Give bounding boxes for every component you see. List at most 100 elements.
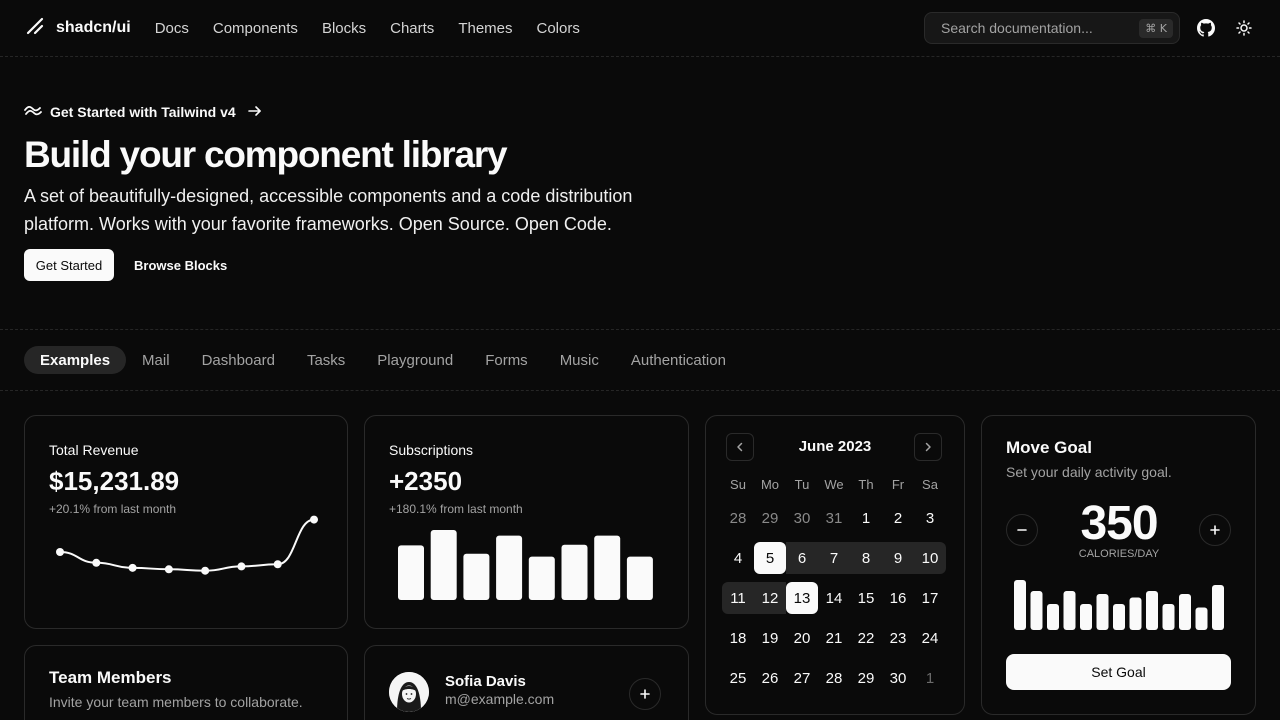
tab-forms[interactable]: Forms (469, 346, 544, 374)
nav-blocks[interactable]: Blocks (322, 20, 366, 37)
calendar-day[interactable]: 16 (882, 582, 914, 614)
subscription-bar-2 (463, 553, 490, 600)
goal-bar-chart (1014, 580, 1224, 630)
tab-mail[interactable]: Mail (126, 346, 186, 374)
search-placeholder: Search documentation... (941, 20, 1093, 36)
team-title: Team Members (49, 668, 172, 687)
nav-charts[interactable]: Charts (390, 20, 434, 37)
calendar-day[interactable]: 30 (786, 502, 818, 534)
calendar-week-row: 28 29 30 31 1 2 3 (722, 498, 946, 538)
announcement-text: Get Started with Tailwind v4 (50, 104, 236, 120)
move-goal-card: Move Goal Set your daily activity goal. … (981, 415, 1256, 715)
calendar-day[interactable]: 28 (818, 662, 850, 694)
goal-bar-8 (1146, 591, 1158, 630)
tab-dashboard[interactable]: Dashboard (186, 346, 291, 374)
calendar-grid: Su Mo Tu We Th Fr Sa 28 29 30 31 1 2 3 4 5 6 7 8 9 10 11 12 13 1… (722, 474, 946, 698)
github-icon[interactable] (1194, 16, 1218, 40)
calendar-day[interactable]: 25 (722, 662, 754, 694)
calendar-day[interactable]: 31 (818, 502, 850, 534)
calendar-weekday: Sa (922, 476, 938, 492)
plus-icon (1209, 520, 1221, 541)
calendar-day[interactable]: 13 (786, 582, 818, 614)
tab-playground[interactable]: Playground (361, 346, 469, 374)
search-input[interactable]: Search documentation... ⌘ K (924, 12, 1180, 44)
header-actions: Search documentation... ⌘ K (924, 12, 1256, 44)
calendar-day[interactable]: 8 (850, 542, 882, 574)
goal-bar-3 (1063, 591, 1076, 630)
goal-bar-0 (1014, 580, 1026, 630)
add-member-button[interactable] (629, 678, 661, 710)
goal-title: Move Goal (1006, 438, 1092, 457)
tab-tasks[interactable]: Tasks (291, 346, 361, 374)
nav-docs[interactable]: Docs (155, 20, 189, 37)
calendar-week-row: 25 26 27 28 29 30 1 (722, 658, 946, 698)
goal-bar-1 (1030, 591, 1043, 630)
calendar-day[interactable]: 7 (818, 542, 850, 574)
calendar-day[interactable]: 1 (850, 502, 882, 534)
calendar-week-row: 18 19 20 21 22 23 24 (722, 618, 946, 658)
subscription-bar-7 (626, 556, 653, 600)
revenue-point-7 (310, 515, 318, 524)
calendar-day[interactable]: 9 (882, 542, 914, 574)
goal-bar-10 (1179, 594, 1191, 630)
calendar-day[interactable]: 30 (882, 662, 914, 694)
calendar-day[interactable]: 10 (914, 542, 946, 574)
calendar-weekday: Su (730, 476, 746, 492)
calendar-day[interactable]: 17 (914, 582, 946, 614)
brand[interactable]: shadcn/ui (24, 15, 131, 42)
calendar-day[interactable]: 6 (786, 542, 818, 574)
get-started-button[interactable]: Get Started (24, 249, 114, 281)
calendar-day[interactable]: 1 (914, 662, 946, 694)
calendar-day[interactable]: 18 (722, 622, 754, 654)
chat-card: Sofia Davis m@example.com (364, 645, 689, 720)
search-shortcut: ⌘ K (1139, 18, 1173, 38)
goal-bar-12 (1212, 585, 1224, 630)
calendar-day[interactable]: 2 (882, 502, 914, 534)
team-members-card: Team Members Invite your team members to… (24, 645, 348, 720)
calendar-day[interactable]: 27 (786, 662, 818, 694)
tab-examples[interactable]: Examples (24, 346, 127, 374)
goal-bar-7 (1129, 597, 1142, 630)
calendar-day[interactable]: 29 (850, 662, 882, 694)
goal-bar-2 (1047, 604, 1059, 630)
page: shadcn/ui Docs Components Blocks Charts … (0, 0, 1280, 720)
calendar-day[interactable]: 28 (722, 502, 754, 534)
tab-authentication[interactable]: Authentication (615, 346, 742, 374)
nav-components[interactable]: Components (213, 20, 298, 37)
arrow-right-icon (247, 104, 262, 120)
calendar-day[interactable]: 12 (754, 582, 786, 614)
section-divider (0, 329, 1280, 330)
calendar-day[interactable]: 11 (722, 582, 754, 614)
calendar-day[interactable]: 5 (754, 542, 786, 574)
calendar-day[interactable]: 24 (914, 622, 946, 654)
calendar-day[interactable]: 4 (722, 542, 754, 574)
calendar-next-button[interactable] (914, 433, 942, 461)
section-divider (0, 390, 1280, 391)
calendar-day[interactable]: 3 (914, 502, 946, 534)
calendar-day[interactable]: 23 (882, 622, 914, 654)
calendar-day[interactable]: 26 (754, 662, 786, 694)
calendar-day[interactable]: 22 (850, 622, 882, 654)
subscription-bar-0 (398, 545, 424, 600)
person-email: m@example.com (445, 691, 555, 707)
calendar-day[interactable]: 20 (786, 622, 818, 654)
browse-blocks-button[interactable]: Browse Blocks (124, 249, 237, 281)
calendar-day[interactable]: 21 (818, 622, 850, 654)
calendar-day[interactable]: 19 (754, 622, 786, 654)
set-goal-button[interactable]: Set Goal (1006, 654, 1231, 690)
calendar-day[interactable]: 15 (850, 582, 882, 614)
calendar-day[interactable]: 14 (818, 582, 850, 614)
increase-goal-button[interactable] (1199, 514, 1231, 546)
main-nav: Docs Components Blocks Charts Themes Col… (155, 20, 604, 37)
theme-toggle-icon[interactable] (1232, 16, 1256, 40)
site-header: shadcn/ui Docs Components Blocks Charts … (0, 0, 1280, 57)
nav-themes[interactable]: Themes (458, 20, 512, 37)
calendar-day[interactable]: 29 (754, 502, 786, 534)
announcement-link[interactable]: Get Started with Tailwind v4 (24, 104, 262, 120)
subscriptions-bar-chart (398, 530, 653, 600)
plus-icon (639, 684, 651, 705)
subscription-bar-5 (561, 544, 588, 600)
revenue-point-5 (237, 562, 246, 571)
nav-colors[interactable]: Colors (537, 20, 580, 37)
tab-music[interactable]: Music (544, 346, 615, 374)
